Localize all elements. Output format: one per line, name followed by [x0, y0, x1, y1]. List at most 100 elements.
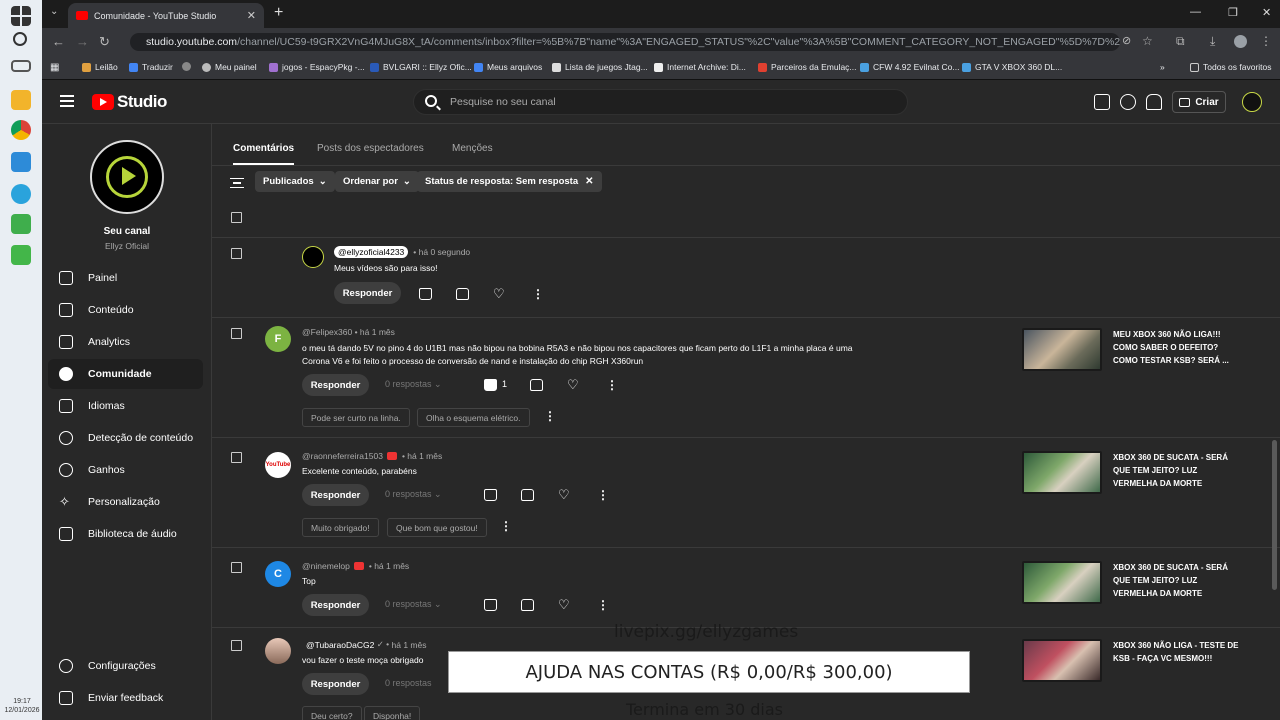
suggested-reply-chip[interactable]: Disponha! [364, 706, 421, 720]
suggested-reply-chip[interactable]: Olha o esquema elétrico. [417, 408, 530, 427]
sidebar-item-analytics[interactable]: Analytics [48, 327, 203, 357]
heart-icon[interactable]: ♡ [558, 598, 571, 611]
more-options-icon[interactable]: ⋮ [606, 379, 619, 391]
commenter-avatar[interactable]: C [265, 561, 291, 587]
create-button[interactable]: Criar [1172, 91, 1226, 113]
search-input[interactable] [450, 94, 890, 110]
like-icon[interactable] [419, 288, 432, 300]
bookmarks-overflow-icon[interactable]: » [1160, 62, 1165, 72]
dislike-icon[interactable] [521, 599, 534, 611]
close-tab-icon[interactable]: ✕ [247, 9, 256, 22]
bookmark-item[interactable]: Lista de juegos Jtag... [552, 62, 648, 72]
photos-icon[interactable] [11, 152, 31, 172]
bookmark-item[interactable]: GTA V XBOX 360 DL... [962, 62, 1062, 72]
search-box[interactable] [413, 89, 908, 115]
status-filter-chip[interactable]: Status de resposta: Sem resposta ✕ [417, 171, 602, 192]
eye-off-icon[interactable]: ⊘ [1122, 34, 1131, 47]
replies-count[interactable]: 0 respostas ⌄ [385, 489, 442, 500]
bookmark-item[interactable]: Leilão [82, 62, 118, 72]
like-icon[interactable] [484, 379, 497, 391]
filter-published-chip[interactable]: Publicados ⌄ [255, 171, 335, 192]
select-all-checkbox[interactable] [231, 212, 242, 223]
bookmark-item[interactable]: Traduzir [129, 62, 173, 72]
reply-button[interactable]: Responder [334, 282, 401, 304]
bookmark-item[interactable]: CFW 4.92 Evilnat Co... [860, 62, 959, 72]
sidebar-item-conteudo[interactable]: Conteúdo [48, 295, 203, 325]
replies-count[interactable]: 0 respostas ⌄ [385, 599, 442, 610]
comment-checkbox[interactable] [231, 640, 242, 651]
reply-button[interactable]: Responder [302, 594, 369, 616]
author-handle[interactable]: @Felipex360 [302, 327, 352, 337]
video-thumbnail[interactable] [1022, 328, 1102, 371]
commenter-avatar[interactable] [265, 638, 291, 664]
new-tab-icon[interactable]: + [274, 4, 283, 22]
all-bookmarks[interactable]: Todos os favoritos [1190, 62, 1272, 72]
more-options-icon[interactable]: ⋮ [544, 410, 557, 422]
reply-button[interactable]: Responder [302, 484, 369, 506]
tab-mencoes[interactable]: Menções [452, 143, 493, 154]
task-view-icon[interactable] [11, 60, 31, 72]
sidebar-item-deteccao[interactable]: Detecção de conteúdo [48, 423, 203, 453]
comment-checkbox[interactable] [231, 328, 242, 339]
channel-avatar[interactable] [90, 140, 164, 214]
video-thumbnail[interactable] [1022, 561, 1102, 604]
maximize-icon[interactable]: ❐ [1228, 6, 1238, 19]
bookmark-item[interactable]: Internet Archive: Di... [654, 62, 746, 72]
tab-search-icon[interactable]: ⌄ [50, 6, 58, 17]
sidebar-item-idiomas[interactable]: Idiomas [48, 391, 203, 421]
close-window-icon[interactable]: ✕ [1262, 6, 1271, 19]
url-field[interactable]: studio.youtube.com/channel/UC59-t9GRX2Vn… [130, 33, 1120, 51]
reply-button[interactable]: Responder [302, 673, 369, 695]
video-title[interactable]: XBOX 360 NÃO LIGA - TESTE DE KSB - FAÇA … [1113, 639, 1241, 665]
profile-icon[interactable] [1234, 35, 1247, 48]
bookmark-item[interactable] [182, 62, 195, 71]
dislike-icon[interactable] [456, 288, 469, 300]
close-icon[interactable]: ✕ [585, 176, 593, 187]
file-explorer-icon[interactable] [11, 90, 31, 110]
comment-checkbox[interactable] [231, 562, 242, 573]
replies-count[interactable]: 0 respostas [385, 678, 432, 688]
commenter-avatar[interactable] [302, 246, 324, 268]
studio-logo[interactable]: Studio [92, 92, 167, 112]
apps-grid-icon[interactable]: ▦ [50, 62, 59, 73]
page-scrollbar[interactable] [1272, 440, 1277, 590]
sort-chip[interactable]: Ordenar por ⌄ [335, 171, 419, 192]
sidebar-item-personalizacao[interactable]: ✧ Personalização [48, 487, 203, 517]
dislike-icon[interactable] [521, 489, 534, 501]
more-options-icon[interactable]: ⋮ [597, 599, 610, 611]
more-options-icon[interactable]: ⋮ [532, 288, 545, 300]
heart-icon[interactable]: ♡ [567, 378, 580, 391]
extensions-icon[interactable]: ⧉ [1176, 34, 1185, 49]
notifications-bell-icon[interactable] [1146, 94, 1162, 110]
dislike-icon[interactable] [530, 379, 543, 391]
sidebar-item-painel[interactable]: Painel [48, 263, 203, 293]
filter-icon[interactable] [230, 178, 244, 188]
more-options-icon[interactable]: ⋮ [597, 489, 610, 501]
like-icon[interactable] [484, 489, 497, 501]
author-handle[interactable]: @ninemelop [302, 561, 350, 571]
bookmark-item[interactable]: Parceiros da Emulaç... [758, 62, 857, 72]
account-avatar[interactable] [1242, 92, 1262, 112]
replies-count[interactable]: 0 respostas ⌄ [385, 379, 442, 390]
forward-icon[interactable]: → [76, 34, 89, 49]
telegram-icon[interactable] [11, 184, 31, 204]
tab-comentarios[interactable]: Comentários [233, 143, 295, 165]
bookmark-item[interactable]: jogos - EspacyPkg -... [269, 62, 365, 72]
commenter-avatar[interactable]: YouTube [265, 452, 291, 478]
subtitles-icon[interactable] [1094, 94, 1110, 110]
comment-checkbox[interactable] [231, 248, 242, 259]
suggested-reply-chip[interactable]: Pode ser curto na linha. [302, 408, 410, 427]
video-title[interactable]: XBOX 360 DE SUCATA - SERÁ QUE TEM JEITO?… [1113, 451, 1241, 490]
sidebar-item-biblioteca[interactable]: Biblioteca de áudio [48, 519, 203, 549]
video-thumbnail[interactable] [1022, 639, 1102, 682]
tab-posts-espectadores[interactable]: Posts dos espectadores [317, 143, 424, 154]
back-icon[interactable]: ← [52, 34, 65, 49]
video-title[interactable]: XBOX 360 DE SUCATA - SERÁ QUE TEM JEITO?… [1113, 561, 1241, 600]
menu-hamburger-icon[interactable] [60, 95, 74, 107]
author-handle[interactable]: @ellyzoficial4233 [334, 246, 409, 258]
windows-start-icon[interactable] [11, 6, 31, 26]
menu-dots-icon[interactable]: ⋮ [1260, 34, 1272, 48]
app-android-icon[interactable] [11, 245, 31, 265]
video-thumbnail[interactable] [1022, 451, 1102, 494]
app-green-icon[interactable] [11, 214, 31, 234]
